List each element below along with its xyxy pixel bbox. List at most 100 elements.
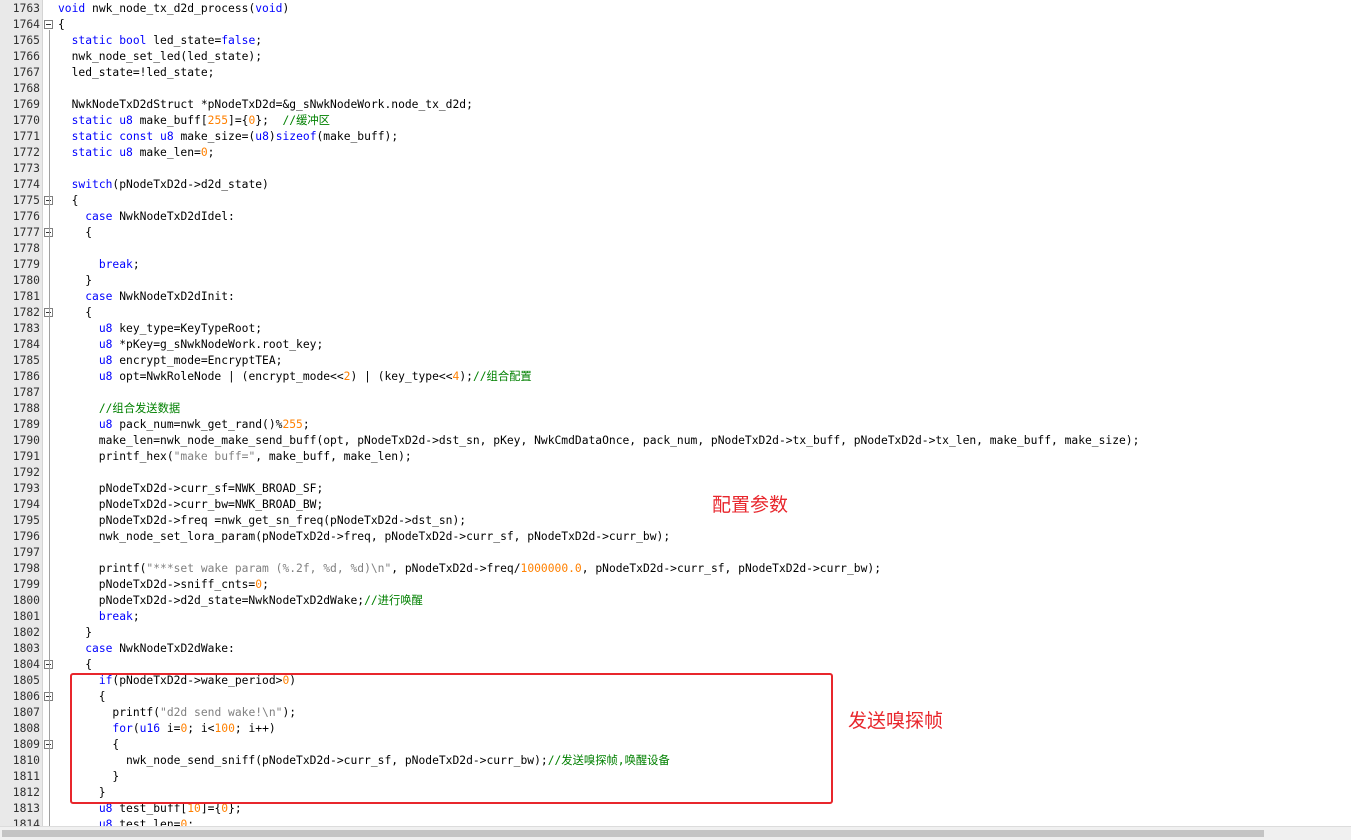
code-line[interactable]: 1797: [0, 545, 1351, 561]
code-line[interactable]: 1767 led_state=!led_state;: [0, 65, 1351, 81]
line-number: 1805: [12, 674, 40, 687]
code-line[interactable]: 1766 nwk_node_set_led(led_state);: [0, 49, 1351, 65]
code-token: pNodeTxD2d->sniff_cnts=: [58, 578, 256, 591]
code-keyword: static u8: [71, 114, 140, 127]
code-line[interactable]: 1770 static u8 make_buff[255]={0}; //缓冲区: [0, 113, 1351, 129]
code-text: {: [58, 17, 65, 33]
code-line[interactable]: 1801 break;: [0, 609, 1351, 625]
scrollbar-thumb[interactable]: [2, 830, 1264, 837]
code-text: }: [58, 625, 92, 641]
code-token: {: [58, 306, 93, 319]
code-text: {: [58, 225, 92, 241]
code-line[interactable]: 1764 {: [0, 17, 1351, 33]
code-token: pNodeTxD2d->freq =nwk_get_sn_freq(pNodeT…: [58, 514, 467, 527]
code-text: u8 opt=NwkRoleNode | (encrypt_mode<<2) |…: [58, 369, 532, 385]
code-text: }: [58, 273, 92, 289]
line-number: 1809: [12, 738, 40, 751]
line-number: 1786: [12, 370, 40, 383]
line-number: 1807: [12, 706, 40, 719]
code-token: printf_hex(: [58, 450, 174, 463]
line-number: 1775: [12, 194, 40, 207]
code-line[interactable]: 1774 switch(pNodeTxD2d->d2d_state): [0, 177, 1351, 193]
code-keyword: u8: [98, 322, 120, 335]
code-text: u8 encrypt_mode=EncryptTEA;: [58, 353, 283, 369]
code-keyword: static bool: [71, 34, 154, 47]
code-line[interactable]: 1769 NwkNodeTxD2dStruct *pNodeTxD2d=&g_s…: [0, 97, 1351, 113]
line-number: 1800: [12, 594, 40, 607]
code-line[interactable]: 1778: [0, 241, 1351, 257]
code-line[interactable]: 1785 u8 encrypt_mode=EncryptTEA;: [0, 353, 1351, 369]
code-line[interactable]: 1777 {: [0, 225, 1351, 241]
code-line[interactable]: 1796 nwk_node_set_lora_param(pNodeTxD2d-…: [0, 529, 1351, 545]
code-token: nwk_node_set_led(led_state);: [58, 50, 263, 63]
code-line[interactable]: 1791 printf_hex("make buff=", make_buff,…: [0, 449, 1351, 465]
line-number: 1777: [12, 226, 40, 239]
code-line[interactable]: 1768: [0, 81, 1351, 97]
code-line[interactable]: 1790 make_len=nwk_node_make_send_buff(op…: [0, 433, 1351, 449]
code-token: "***set wake param (%.2f, %d, %d)\n": [146, 562, 392, 575]
code-line[interactable]: 1772 static u8 make_len=0;: [0, 145, 1351, 161]
line-number: 1789: [12, 418, 40, 431]
code-token: , pNodeTxD2d->freq/: [391, 562, 521, 575]
code-line[interactable]: 1763 void nwk_node_tx_d2d_process(void): [0, 1, 1351, 17]
code-token: ): [282, 2, 290, 15]
code-line[interactable]: 1780 }: [0, 273, 1351, 289]
code-line[interactable]: 1789 u8 pack_num=nwk_get_rand()%255;: [0, 417, 1351, 433]
code-keyword: case: [85, 290, 120, 303]
code-line[interactable]: 1798 printf("***set wake param (%.2f, %d…: [0, 561, 1351, 577]
code-text: led_state=!led_state;: [58, 65, 215, 81]
code-text: void nwk_node_tx_d2d_process(void): [58, 1, 289, 17]
code-token: ;: [302, 418, 310, 431]
code-line[interactable]: 1784 u8 *pKey=g_sNwkNodeWork.root_key;: [0, 337, 1351, 353]
code-line[interactable]: 1803 case NwkNodeTxD2dWake:: [0, 641, 1351, 657]
code-line[interactable]: 1793 pNodeTxD2d->curr_sf=NWK_BROAD_SF;: [0, 481, 1351, 497]
code-line[interactable]: 1800 pNodeTxD2d->d2d_state=NwkNodeTxD2dW…: [0, 593, 1351, 609]
code-token: ;: [132, 610, 140, 623]
line-number: 1770: [12, 114, 40, 127]
code-line[interactable]: 1787: [0, 385, 1351, 401]
code-line[interactable]: 1792: [0, 465, 1351, 481]
code-line[interactable]: 1794 pNodeTxD2d->curr_bw=NWK_BROAD_BW;: [0, 497, 1351, 513]
code-token: 255: [282, 418, 303, 431]
code-line[interactable]: 1765 static bool led_state=false;: [0, 33, 1351, 49]
line-number: 1802: [12, 626, 40, 639]
code-line[interactable]: 1771 static const u8 make_size=(u8)sizeo…: [0, 129, 1351, 145]
code-text: {: [58, 305, 92, 321]
code-line[interactable]: 1788 //组合发送数据: [0, 401, 1351, 417]
code-keyword: u8: [98, 370, 120, 383]
code-line[interactable]: 1804 {: [0, 657, 1351, 673]
code-line[interactable]: 1782 {: [0, 305, 1351, 321]
line-number: 1781: [12, 290, 40, 303]
code-line[interactable]: 1783 u8 key_type=KeyTypeRoot;: [0, 321, 1351, 337]
horizontal-scrollbar[interactable]: [0, 826, 1351, 840]
code-line[interactable]: 1799 pNodeTxD2d->sniff_cnts=0;: [0, 577, 1351, 593]
code-line[interactable]: 1786 u8 opt=NwkRoleNode | (encrypt_mode<…: [0, 369, 1351, 385]
code-text: case NwkNodeTxD2dIdel:: [58, 209, 235, 225]
line-number: 1813: [12, 802, 40, 815]
code-line[interactable]: 1802 }: [0, 625, 1351, 641]
code-token: ]={: [228, 114, 249, 127]
highlight-box: [70, 673, 833, 804]
code-token: *pKey=g_sNwkNodeWork.root_key;: [119, 338, 324, 351]
code-token: printf(: [58, 562, 147, 575]
code-line[interactable]: 1795 pNodeTxD2d->freq =nwk_get_sn_freq(p…: [0, 513, 1351, 529]
code-line[interactable]: 1776 case NwkNodeTxD2dIdel:: [0, 209, 1351, 225]
code-line[interactable]: 1814 u8 test_len=0;: [0, 817, 1351, 826]
code-line[interactable]: 1781 case NwkNodeTxD2dInit:: [0, 289, 1351, 305]
code-line[interactable]: 1775 {: [0, 193, 1351, 209]
code-line[interactable]: 1773: [0, 161, 1351, 177]
code-text: pNodeTxD2d->sniff_cnts=0;: [58, 577, 269, 593]
code-line[interactable]: 1779 break;: [0, 257, 1351, 273]
line-number: 1768: [12, 82, 40, 95]
code-token: );: [459, 370, 473, 383]
fold-toggle-icon[interactable]: [44, 20, 53, 29]
code-text: printf("***set wake param (%.2f, %d, %d)…: [58, 561, 881, 577]
code-text: u8 test_len=0;: [58, 817, 194, 826]
code-text: //组合发送数据: [58, 401, 180, 417]
code-token: }: [58, 274, 93, 287]
